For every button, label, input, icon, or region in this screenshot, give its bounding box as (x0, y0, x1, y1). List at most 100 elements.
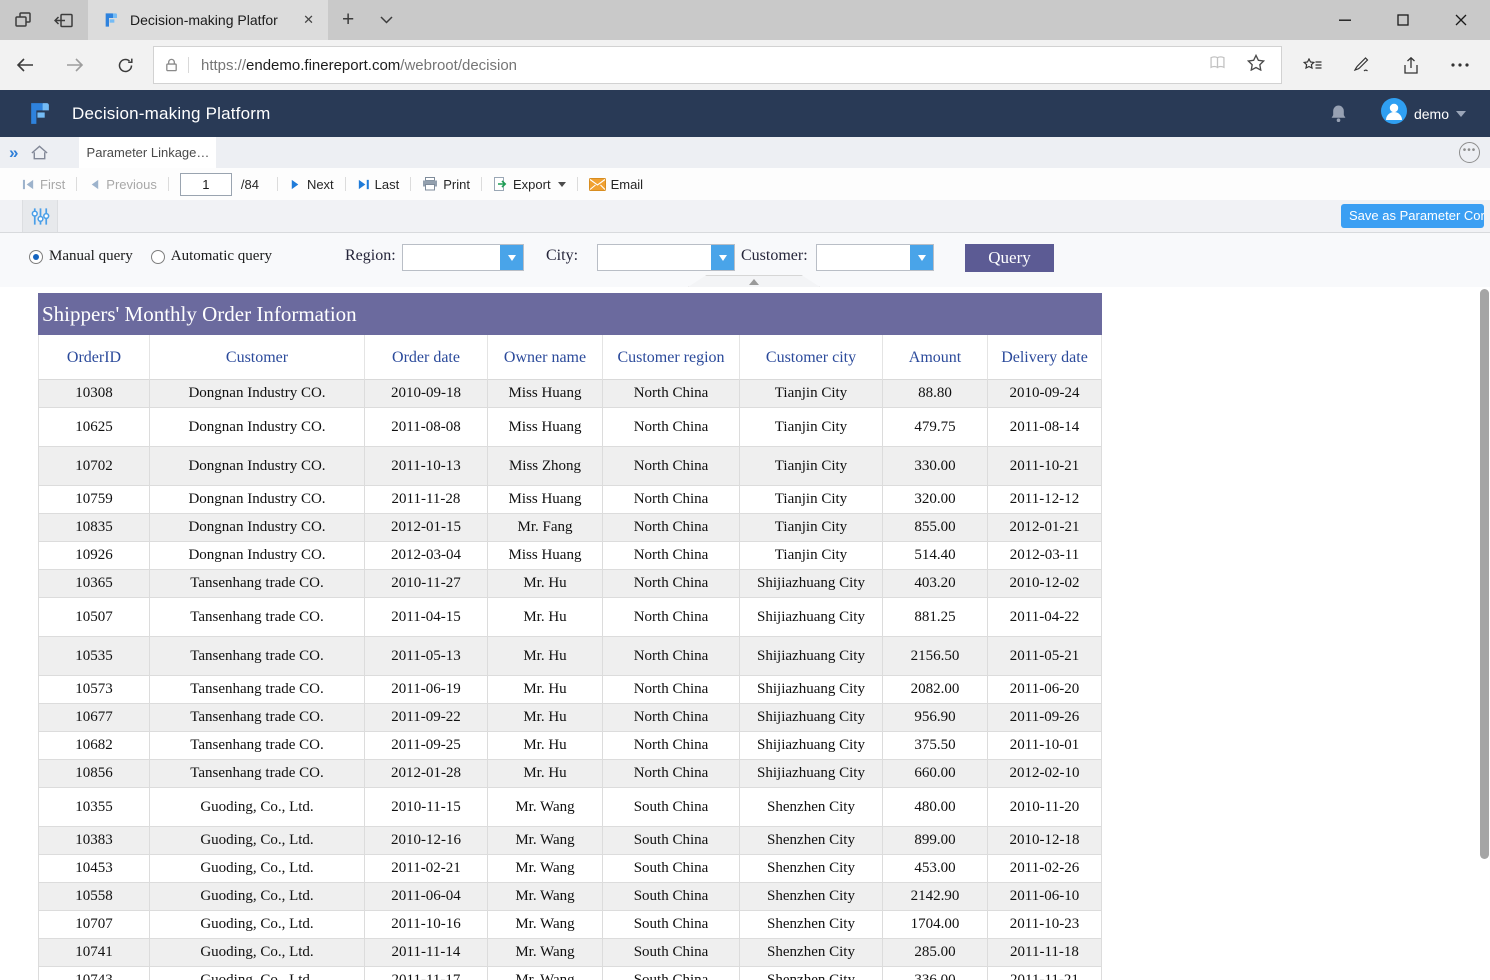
table-cell: Shenzhen City (740, 827, 883, 855)
region-dropdown-caret-icon[interactable] (500, 245, 523, 270)
tab-preview-icon[interactable] (12, 11, 34, 29)
table-cell: 2011-10-01 (988, 732, 1102, 760)
app-navbar: Decision-making Platform demo (0, 90, 1490, 137)
forward-button[interactable] (50, 57, 100, 73)
back-button[interactable] (0, 57, 50, 73)
table-cell: Dongnan Industry CO. (150, 542, 365, 570)
customer-dropdown-caret-icon[interactable] (910, 245, 933, 270)
expand-sidebar-icon[interactable]: » (0, 137, 28, 168)
report-title: Shippers' Monthly Order Information (38, 293, 1102, 335)
table-cell: 2010-12-02 (988, 570, 1102, 598)
table-cell: 2011-05-13 (365, 637, 488, 676)
table-cell: 2010-12-16 (365, 827, 488, 855)
favorite-star-icon[interactable] (1247, 54, 1265, 76)
export-button[interactable]: Export (493, 177, 566, 192)
table-row: 10507Tansenhang trade CO.2011-04-15Mr. H… (38, 598, 1102, 637)
set-tabs-aside-icon[interactable] (52, 11, 74, 29)
previous-page-button[interactable]: Previous (88, 177, 157, 192)
tab-more-options-icon[interactable]: ••• (1459, 142, 1480, 163)
share-icon[interactable] (1386, 57, 1435, 74)
print-button[interactable]: Print (422, 177, 470, 192)
address-bar[interactable]: https://endemo.finereport.com/webroot/de… (153, 46, 1282, 84)
vertical-scrollbar[interactable] (1480, 289, 1489, 859)
table-cell: Shenzhen City (740, 855, 883, 883)
notification-bell-icon[interactable] (1330, 104, 1347, 123)
table-cell: 2011-06-04 (365, 883, 488, 911)
table-cell: North China (603, 637, 740, 676)
city-dropdown-caret-icon[interactable] (711, 245, 734, 270)
customer-select[interactable] (816, 244, 934, 271)
column-header: Amount (883, 335, 988, 380)
browser-tab[interactable]: Decision-making Platfor ✕ (88, 0, 328, 40)
table-cell: 1704.00 (883, 911, 988, 939)
automatic-query-radio[interactable] (151, 250, 165, 264)
reading-view-icon[interactable] (1208, 55, 1227, 75)
city-select[interactable] (597, 244, 735, 271)
table-cell: Tansenhang trade CO. (150, 676, 365, 704)
app-title: Decision-making Platform (72, 104, 270, 124)
email-button[interactable]: Email (589, 177, 644, 192)
table-cell: Tansenhang trade CO. (150, 637, 365, 676)
more-options-icon[interactable] (1435, 63, 1484, 67)
table-cell: 375.50 (883, 732, 988, 760)
table-cell: 2011-12-12 (988, 486, 1102, 514)
favorites-hub-icon[interactable] (1288, 58, 1337, 72)
table-cell: Mr. Fang (488, 514, 603, 542)
table-cell: 336.00 (883, 967, 988, 980)
table-cell: Dongnan Industry CO. (150, 486, 365, 514)
browser-urlbar: https://endemo.finereport.com/webroot/de… (0, 40, 1490, 90)
panel-collapse-handle[interactable] (688, 275, 820, 287)
table-cell: 2011-06-19 (365, 676, 488, 704)
table-cell: 10383 (38, 827, 150, 855)
window-close-button[interactable] (1432, 0, 1490, 40)
column-header: Customer region (603, 335, 740, 380)
table-row: 10573Tansenhang trade CO.2011-06-19Mr. H… (38, 676, 1102, 704)
avatar (1381, 98, 1407, 129)
tab-parameter-linkage[interactable]: Parameter Linkage… (79, 137, 216, 168)
table-cell: Shijiazhuang City (740, 676, 883, 704)
table-cell: South China (603, 939, 740, 967)
refresh-button[interactable] (100, 57, 150, 74)
next-page-button[interactable]: Next (289, 177, 334, 192)
table-cell: Mr. Hu (488, 704, 603, 732)
table-cell: North China (603, 732, 740, 760)
filter-sliders-button[interactable] (22, 200, 58, 232)
platform-tab-row: » Parameter Linkage… ••• (0, 137, 1490, 168)
new-tab-button[interactable]: + (328, 0, 368, 40)
user-menu[interactable]: demo (1381, 98, 1466, 129)
table-cell: 2011-11-28 (365, 486, 488, 514)
export-icon (493, 177, 508, 191)
tab-list-chevron-icon[interactable] (368, 0, 405, 40)
table-cell: 2011-02-26 (988, 855, 1102, 883)
manual-query-radio[interactable] (29, 250, 43, 264)
table-cell: Mr. Wang (488, 788, 603, 827)
table-cell: Shijiazhuang City (740, 732, 883, 760)
table-cell: 2142.90 (883, 883, 988, 911)
table-cell: 2011-11-18 (988, 939, 1102, 967)
table-row: 10682Tansenhang trade CO.2011-09-25Mr. H… (38, 732, 1102, 760)
table-cell: Mr. Wang (488, 939, 603, 967)
annotate-pen-icon[interactable] (1337, 57, 1386, 73)
table-cell: Mr. Hu (488, 637, 603, 676)
tab-close-icon[interactable]: ✕ (297, 10, 320, 30)
table-cell: North China (603, 598, 740, 637)
window-maximize-button[interactable] (1374, 0, 1432, 40)
region-select[interactable] (402, 244, 524, 271)
table-cell: Shijiazhuang City (740, 704, 883, 732)
home-icon[interactable] (28, 137, 61, 168)
print-icon (422, 177, 438, 191)
table-cell: Shenzhen City (740, 883, 883, 911)
table-cell: 2011-11-17 (365, 967, 488, 980)
page-number-input[interactable] (180, 173, 232, 196)
table-cell: 10856 (38, 760, 150, 788)
first-page-button[interactable]: First (22, 177, 65, 192)
table-cell: Dongnan Industry CO. (150, 380, 365, 408)
table-cell: Shijiazhuang City (740, 637, 883, 676)
table-cell: Tianjin City (740, 514, 883, 542)
last-page-button[interactable]: Last (357, 177, 400, 192)
window-minimize-button[interactable] (1316, 0, 1374, 40)
table-cell: 2011-09-22 (365, 704, 488, 732)
table-cell: South China (603, 855, 740, 883)
query-button[interactable]: Query (965, 244, 1054, 272)
save-as-parameter-button[interactable]: Save as Parameter Cor (1341, 204, 1484, 228)
